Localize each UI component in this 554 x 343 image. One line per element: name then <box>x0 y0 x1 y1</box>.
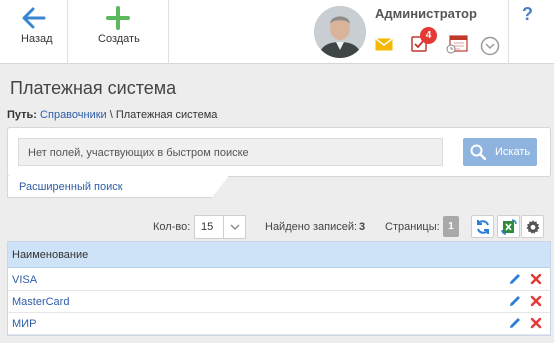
delete-icon[interactable] <box>530 317 542 329</box>
create-button[interactable]: Создать <box>68 0 169 64</box>
pencil-icon[interactable] <box>508 294 522 308</box>
top-toolbar: Назад Создать Администратор 4 ? <box>0 0 554 64</box>
gear-icon <box>526 220 540 234</box>
page-size-value: 15 <box>201 221 214 233</box>
breadcrumb-separator: \ <box>106 109 116 121</box>
divider <box>508 0 509 64</box>
arrow-left-icon <box>22 7 46 29</box>
page-size-dropdown[interactable] <box>223 216 246 238</box>
delete-icon[interactable] <box>530 273 542 285</box>
advanced-search-link[interactable]: Расширенный поиск <box>19 181 123 193</box>
page-size-select[interactable]: 15 <box>194 215 246 239</box>
mail-icon[interactable] <box>375 38 393 51</box>
breadcrumb-prefix: Путь: <box>7 109 37 121</box>
table-row[interactable]: VISA <box>8 269 550 291</box>
chevron-down-icon <box>230 224 240 230</box>
row-name-link[interactable]: VISA <box>12 274 37 286</box>
pencil-icon[interactable] <box>508 316 522 330</box>
export-excel-button[interactable] <box>497 215 520 238</box>
qty-label: Кол-во: <box>153 221 191 233</box>
username[interactable]: Администратор <box>375 6 477 21</box>
row-name-link[interactable]: MasterCard <box>12 296 69 308</box>
settings-button[interactable] <box>521 215 544 238</box>
found-records-label: Найдено записей: <box>265 221 358 233</box>
excel-export-icon <box>501 219 517 235</box>
user-photo-icon <box>314 6 366 58</box>
search-icon <box>470 144 486 160</box>
records-table: Наименование VISA MasterCard МИР <box>7 241 551 336</box>
help-icon[interactable]: ? <box>522 4 533 25</box>
back-button[interactable]: Назад <box>0 0 68 64</box>
breadcrumb-current: Платежная система <box>115 109 218 121</box>
quick-search-field[interactable]: Нет полей, участвующих в быстром поиске <box>18 138 443 166</box>
quick-search-panel: Нет полей, участвующих в быстром поиске … <box>7 127 551 177</box>
breadcrumb: Путь: Справочники \ Платежная система <box>7 109 217 121</box>
refresh-icon <box>477 220 489 234</box>
avatar[interactable] <box>314 6 366 58</box>
pages-label: Страницы: <box>385 221 440 233</box>
tasks-count-badge: 4 <box>420 27 437 44</box>
search-button-label: Искать <box>495 146 531 158</box>
breadcrumb-link-directories[interactable]: Справочники <box>40 109 107 121</box>
column-header-name[interactable]: Наименование <box>12 249 88 261</box>
chevron-down-circle-icon[interactable] <box>480 36 500 56</box>
create-label: Создать <box>98 33 140 45</box>
page-title: Платежная система <box>10 78 177 98</box>
page-number-button[interactable]: 1 <box>443 216 459 237</box>
calendar-icon[interactable] <box>446 34 468 54</box>
table-row[interactable]: MasterCard <box>8 291 550 313</box>
plus-icon <box>106 6 130 30</box>
search-button[interactable]: Искать <box>463 138 537 166</box>
table-header[interactable]: Наименование <box>8 242 550 268</box>
pencil-icon[interactable] <box>508 272 522 286</box>
refresh-button[interactable] <box>471 215 494 238</box>
row-name-link[interactable]: МИР <box>12 318 36 330</box>
delete-icon[interactable] <box>530 295 542 307</box>
table-row[interactable]: МИР <box>8 313 550 335</box>
back-label: Назад <box>21 33 53 45</box>
found-records-count: 3 <box>359 221 366 233</box>
